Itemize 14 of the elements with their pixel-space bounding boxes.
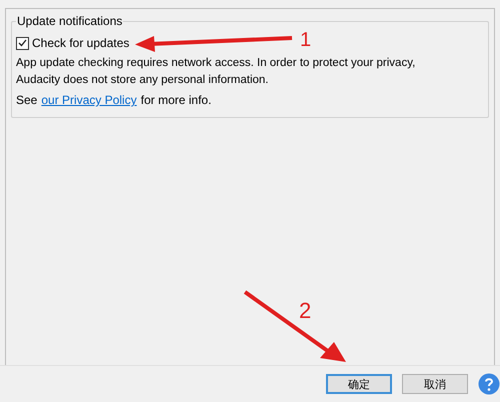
group-title: Update notifications [16, 13, 124, 29]
privacy-policy-link[interactable]: our Privacy Policy [41, 92, 137, 109]
checkbox[interactable] [16, 36, 29, 50]
dialog-button[interactable]: 确定 [326, 374, 392, 394]
annotation-number: 2 [299, 300, 312, 322]
privacy-text: See [16, 92, 38, 109]
description-text: Audacity does not store any personal information. [16, 73, 270, 88]
check-icon [18, 39, 27, 47]
dialog-button[interactable]: 取消 [402, 374, 468, 394]
help-icon[interactable] [478, 373, 500, 395]
privacy-text: for more info. [140, 92, 212, 109]
description-text: App update checking requires network access. In order to protect your privacy, [16, 56, 416, 71]
annotation-number: 1 [300, 30, 312, 50]
checkbox-label[interactable]: Check for updates [32, 34, 130, 52]
